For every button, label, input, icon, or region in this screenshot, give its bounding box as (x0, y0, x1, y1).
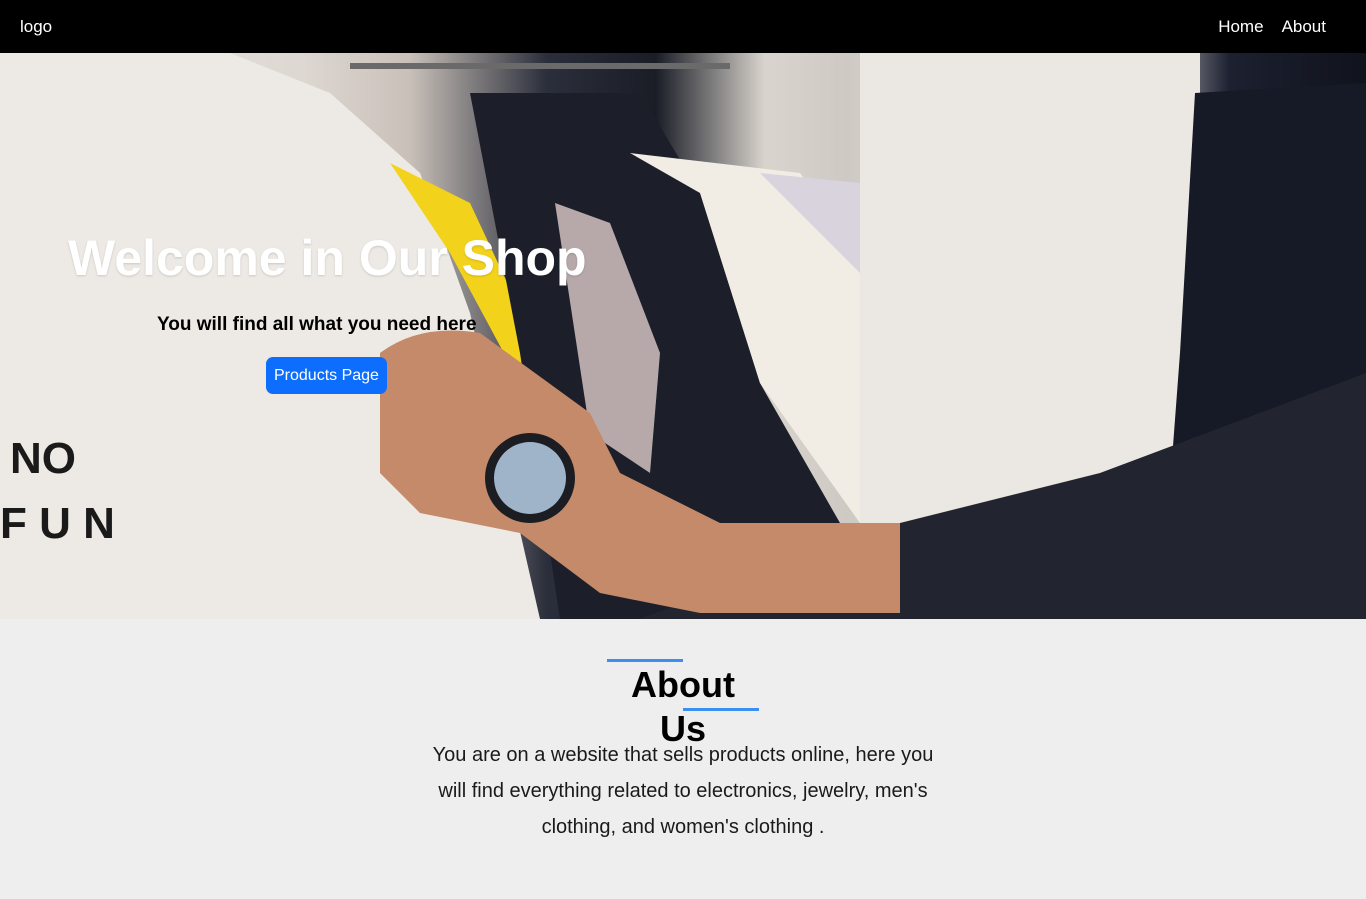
title-accent-top (607, 659, 683, 662)
shirt-print-2: F U N (0, 499, 115, 548)
about-section: About Us You are on a website that sells… (0, 619, 1366, 899)
hero-background-image: NO F U N (0, 53, 1366, 619)
about-title-wrap: About Us (607, 659, 759, 749)
about-text: You are on a website that sells products… (432, 744, 934, 838)
nav-link-home[interactable]: Home (1218, 17, 1263, 37)
shirt-print: NO (10, 434, 76, 483)
nav-link-about[interactable]: About (1282, 17, 1326, 37)
logo[interactable]: logo (20, 17, 52, 37)
products-page-button[interactable]: Products Page (266, 357, 387, 394)
nav-links: Home About (1218, 17, 1326, 37)
navbar: logo Home About (0, 0, 1366, 53)
hero-section: NO F U N Welcome in Our Shop You will fi… (0, 53, 1366, 619)
hanger-rod (350, 63, 730, 69)
title-accent-bottom (683, 708, 759, 711)
hero-subtitle: You will find all what you need here (157, 314, 477, 335)
hero-title: Welcome in Our Shop (68, 230, 587, 286)
watch-face (494, 442, 566, 514)
